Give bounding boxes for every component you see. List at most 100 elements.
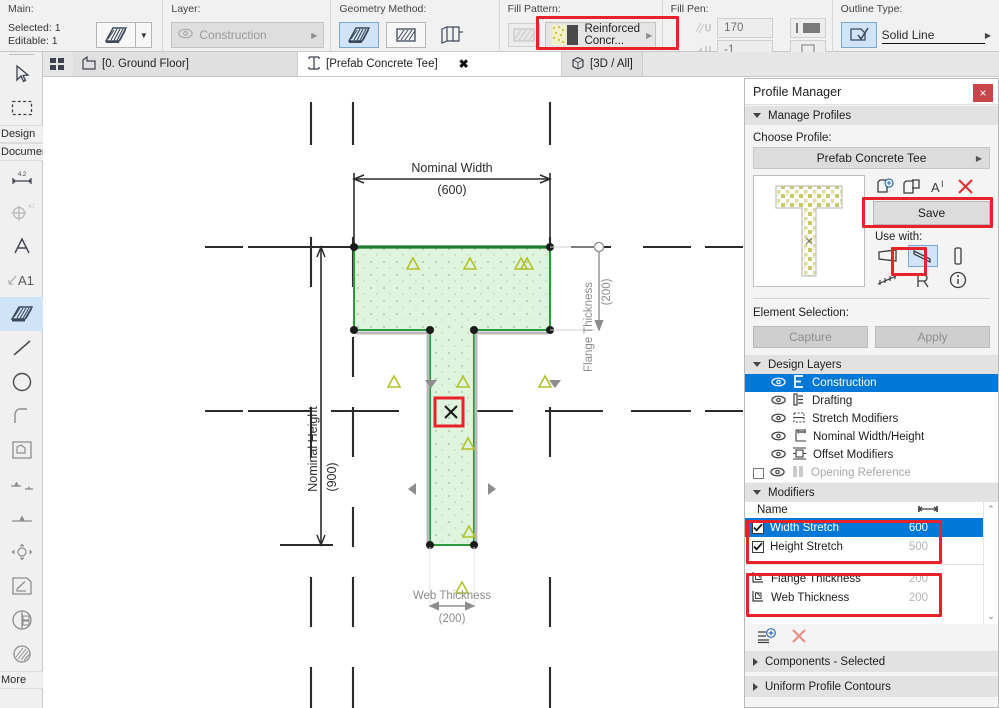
- apply-button[interactable]: Apply: [875, 326, 990, 348]
- tool-fill[interactable]: [0, 297, 43, 331]
- pen-set-icon[interactable]: [790, 18, 827, 38]
- layer-row-nominal-width-height[interactable]: Nominal Width/Height: [745, 428, 998, 446]
- chevron-right-icon: ▶: [311, 30, 318, 40]
- add-modifier-icon[interactable]: [757, 627, 777, 648]
- arc-icon: [13, 408, 27, 423]
- modifier-row-width-stretch[interactable]: Width Stretch 600: [745, 518, 998, 537]
- main-tool-dropdown[interactable]: ▼: [136, 22, 153, 48]
- layer-value: Construction: [199, 28, 267, 42]
- modifier-checkbox[interactable]: [752, 540, 764, 553]
- info-icon[interactable]: [943, 269, 973, 291]
- fill-pattern-combo[interactable]: Reinforced Concr... ▶: [545, 22, 656, 48]
- section-uniform-profile-contours[interactable]: Uniform Profile Contours: [745, 675, 998, 697]
- layer-row-construction[interactable]: Construction: [745, 374, 998, 392]
- rename-profile-icon[interactable]: AI: [930, 179, 948, 198]
- toolbar-section-layer: Layer: Construction ▶: [163, 0, 332, 52]
- profile-select[interactable]: Prefab Concrete Tee ▶: [753, 147, 990, 169]
- tab-close-icon[interactable]: ✖: [459, 57, 469, 71]
- palette-group-document[interactable]: Documer: [0, 143, 43, 161]
- tool-change-marker[interactable]: [0, 603, 43, 637]
- section-modifiers[interactable]: Modifiers: [745, 482, 998, 502]
- layer-row-offset-modifiers[interactable]: Offset Modifiers: [745, 446, 998, 464]
- dim-flange-thickness-label: Flange Thickness: [583, 282, 595, 372]
- eye-icon[interactable]: [771, 431, 786, 444]
- tool-text[interactable]: [0, 229, 43, 263]
- modifier-value[interactable]: 500: [909, 541, 928, 553]
- offset-layer-icon: [792, 447, 807, 463]
- geometry-slanted-fill-icon[interactable]: [433, 22, 473, 48]
- geometry-method-label: Geometry Method:: [339, 3, 427, 15]
- tool-detail[interactable]: [0, 535, 43, 569]
- geometry-polygon-fill-icon[interactable]: [339, 22, 380, 48]
- section-design-layers[interactable]: Design Layers: [745, 354, 998, 374]
- close-icon[interactable]: ×: [973, 84, 993, 102]
- dim-web-thickness-value: (200): [439, 613, 466, 625]
- modifier-value[interactable]: 200: [909, 573, 928, 585]
- tool-worksheet[interactable]: [0, 569, 43, 603]
- tool-arrow-pointer[interactable]: [0, 57, 43, 91]
- new-profile-icon[interactable]: [876, 177, 894, 199]
- fill-tool-icon[interactable]: [96, 22, 137, 48]
- outline-check-icon[interactable]: [840, 22, 877, 48]
- outline-type-combo[interactable]: Solid Line ▶: [881, 22, 993, 48]
- modifier-row-height-stretch[interactable]: Height Stretch 500: [745, 537, 998, 556]
- tool-section[interactable]: [0, 467, 43, 501]
- tool-label[interactable]: A1: [0, 263, 43, 297]
- use-with-object[interactable]: [908, 269, 938, 291]
- layer-row-opening-reference[interactable]: Opening Reference: [745, 464, 998, 482]
- tool-polyline[interactable]: [0, 433, 43, 467]
- capture-button[interactable]: Capture: [753, 326, 868, 348]
- tool-elevation[interactable]: [0, 501, 43, 535]
- modifier-value[interactable]: 600: [909, 522, 928, 534]
- tab-ground-floor[interactable]: [0. Ground Floor]: [73, 52, 298, 76]
- modifier-checkbox[interactable]: [752, 521, 764, 534]
- duplicate-profile-icon[interactable]: [903, 178, 921, 199]
- scroll-down-icon[interactable]: ⌄: [987, 611, 995, 622]
- remove-modifier-icon[interactable]: [791, 628, 807, 647]
- palette-group-design[interactable]: Design: [0, 125, 43, 143]
- tab-label: [Prefab Concrete Tee]: [326, 58, 438, 70]
- use-with-wall[interactable]: [873, 245, 903, 267]
- eye-icon[interactable]: [771, 377, 786, 390]
- tool-marquee[interactable]: [0, 91, 43, 125]
- layer-row-stretch-modifiers[interactable]: Stretch Modifiers: [745, 410, 998, 428]
- section-manage-profiles[interactable]: Manage Profiles: [745, 105, 998, 125]
- modifier-row-flange-thickness[interactable]: Flange Thickness 200: [745, 569, 998, 588]
- tool-circle[interactable]: [0, 365, 43, 399]
- delete-profile-icon[interactable]: [957, 178, 974, 198]
- layer-name: Offset Modifiers: [813, 449, 894, 461]
- eye-icon[interactable]: [771, 395, 786, 408]
- modifier-row-web-thickness[interactable]: Web Thickness 200: [745, 588, 998, 607]
- opening-reference-checkbox[interactable]: [753, 467, 764, 479]
- tab-3d-all[interactable]: [3D / All]: [562, 52, 643, 76]
- tool-drawing[interactable]: [0, 637, 43, 671]
- eye-icon[interactable]: [771, 449, 786, 462]
- geometry-rectangle-fill-icon[interactable]: [386, 22, 427, 48]
- element-selection-label: Element Selection:: [753, 307, 849, 319]
- modifier-value[interactable]: 200: [909, 592, 928, 604]
- save-button[interactable]: Save: [873, 201, 990, 225]
- scroll-up-icon[interactable]: ⌃: [987, 504, 995, 515]
- text-icon: [13, 237, 30, 254]
- layer-row-drafting[interactable]: Drafting: [745, 392, 998, 410]
- eye-icon[interactable]: [770, 467, 785, 480]
- use-with-beam[interactable]: [908, 245, 938, 267]
- tab-prefab-concrete-tee[interactable]: [Prefab Concrete Tee] ✖: [298, 52, 562, 76]
- dim-web-thickness-label: Web Thickness: [413, 590, 491, 602]
- eye-icon[interactable]: [771, 413, 786, 426]
- toolbar-section-geometry: Geometry Method:: [331, 0, 500, 52]
- layer-combo[interactable]: Construction ▶: [171, 22, 325, 48]
- section-components-selected[interactable]: Components - Selected: [745, 650, 998, 672]
- fill-pen-foreground[interactable]: 170: [717, 18, 774, 38]
- tool-arc[interactable]: [0, 399, 43, 433]
- tool-dimension[interactable]: 4.2: [0, 161, 43, 195]
- modifiers-scrollbar[interactable]: ⌃ ⌄: [983, 502, 998, 624]
- modifier-name: Flange Thickness: [771, 572, 861, 585]
- use-with-column[interactable]: [943, 245, 973, 267]
- use-with-railing[interactable]: [873, 269, 903, 291]
- modifier-tools: [745, 624, 998, 650]
- tab-grid-icon[interactable]: [43, 52, 73, 76]
- palette-group-more[interactable]: More: [0, 671, 43, 689]
- tool-level-dimension[interactable]: 4.2: [0, 195, 43, 229]
- tool-line[interactable]: [0, 331, 43, 365]
